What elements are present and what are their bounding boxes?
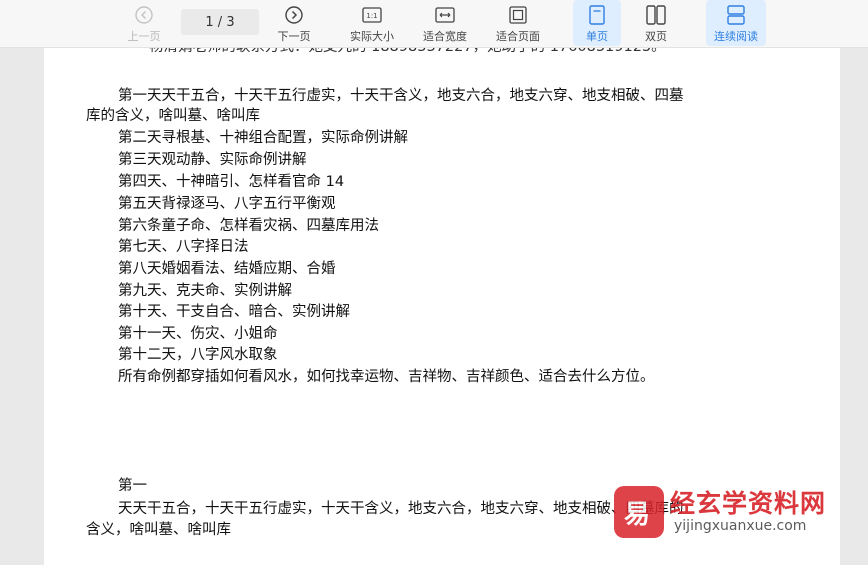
doc-line: 第八天婚姻看法、结婚应期、合婚	[118, 261, 336, 277]
pdf-toolbar: 上一页 1 / 3 下一页 1:1 实际大小 适合宽度 适合页面 单页 双页 连…	[0, 0, 868, 48]
doc-line: 第二天寻根基、十神组合配置，实际命例讲解	[118, 130, 408, 146]
doc-line: 所有命例都穿插如何看风水，如何找幸运物、吉祥物、吉祥颜色、适合去什么方位。	[118, 369, 655, 385]
double-page-button[interactable]: 双页	[632, 0, 680, 46]
section-title: 第一	[118, 478, 147, 494]
chevron-right-icon	[285, 4, 303, 26]
doc-line: 第七天、八字择日法	[118, 239, 249, 255]
fit-page-label: 适合页面	[496, 30, 540, 43]
svg-text:1:1: 1:1	[366, 12, 377, 20]
doc-line: 第四天、十神暗引、怎样看官命 14	[118, 174, 345, 190]
watermark-site-name: 经玄学资料网	[670, 489, 827, 518]
doc-line: 第五天背禄逐马、八字五行平衡观	[118, 196, 336, 212]
fit-page-icon	[509, 4, 527, 26]
prev-page-button[interactable]: 上一页	[114, 0, 174, 46]
actual-size-button[interactable]: 1:1 实际大小	[342, 0, 402, 46]
section-line: 天天干五合，十天干五行虚实，十天干含义，地支六合，地支六穿、地支相破、四墓库的	[118, 501, 684, 517]
double-page-label: 双页	[645, 30, 667, 43]
actual-size-label: 实际大小	[350, 30, 394, 43]
doc-line: 第十二天，八字风水取象	[118, 347, 278, 363]
continuous-reading-label: 连续阅读	[714, 30, 758, 43]
continuous-reading-icon	[727, 4, 745, 26]
single-page-icon	[589, 4, 605, 26]
actual-size-icon: 1:1	[362, 4, 382, 26]
section-line: 含义，啥叫墓、啥叫库	[86, 522, 231, 538]
watermark-logo: 易	[614, 486, 664, 538]
doc-line: 第六条童子命、怎样看灾祸、四墓库用法	[118, 218, 379, 234]
single-page-button[interactable]: 单页	[573, 0, 621, 46]
doc-line: 第十天、干支自合、暗合、实例讲解	[118, 304, 350, 320]
double-page-icon	[646, 4, 666, 26]
fit-page-button[interactable]: 适合页面	[488, 0, 548, 46]
fit-width-button[interactable]: 适合宽度	[415, 0, 475, 46]
fit-width-label: 适合宽度	[423, 30, 467, 43]
fit-width-icon	[435, 4, 455, 26]
doc-line: 第十一天、伤灾、小姐命	[118, 326, 278, 342]
watermark-site-url: yijingxuanxue.com	[674, 518, 807, 534]
site-watermark: 易 经玄学资料网 yijingxuanxue.com	[614, 484, 844, 544]
chevron-left-icon	[135, 4, 153, 26]
prev-page-label: 上一页	[127, 30, 161, 43]
doc-line: 第一天天干五合，十天干五行虚实，十天干含义，地支六合，地支六穿、地支相破、四墓	[118, 88, 684, 104]
continuous-reading-button[interactable]: 连续阅读	[706, 0, 766, 46]
partial-contact-line: 杨清娟老师的联系方式：她支九的 18898337227，她助手的 1760831…	[149, 48, 666, 57]
next-page-button[interactable]: 下一页	[264, 0, 324, 46]
page-number-input[interactable]: 1 / 3	[181, 9, 259, 35]
doc-line: 第三天观动静、实际命例讲解	[118, 152, 307, 168]
single-page-label: 单页	[586, 30, 608, 43]
doc-line: 库的含义，啥叫墓、啥叫库	[86, 108, 260, 124]
next-page-label: 下一页	[277, 30, 311, 43]
doc-line: 第九天、克夫命、实例讲解	[118, 283, 292, 299]
